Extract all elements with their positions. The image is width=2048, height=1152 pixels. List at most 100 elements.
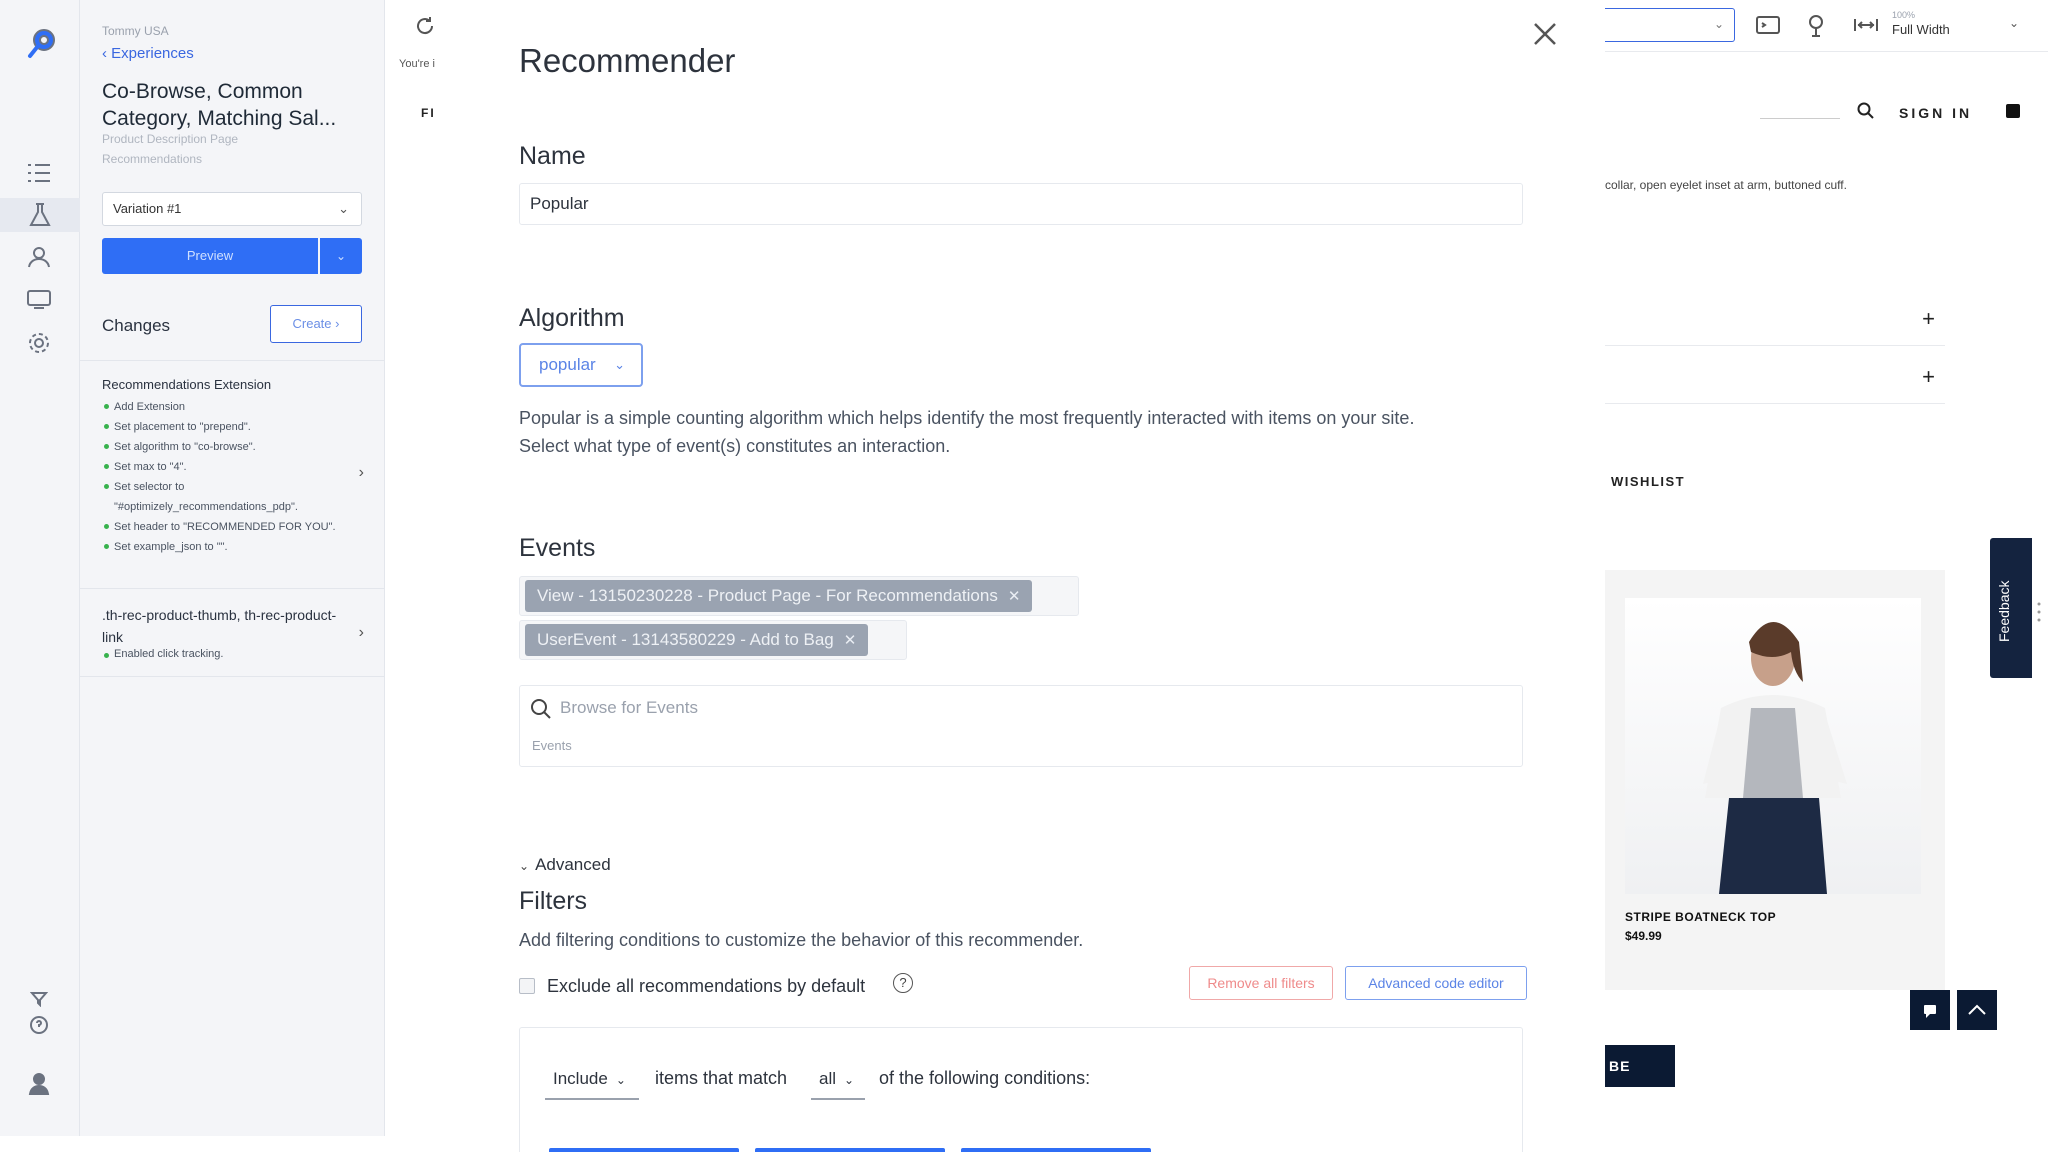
condition-field-partial[interactable] bbox=[961, 1148, 1151, 1152]
chevron-down-icon: ⌄ bbox=[335, 249, 347, 263]
page-name: Product Description Page bbox=[102, 132, 239, 146]
exclude-all-label[interactable]: Exclude all recommendations by default bbox=[547, 976, 865, 997]
list-item: Add Extension bbox=[102, 397, 352, 417]
chevron-right-icon: › bbox=[335, 316, 340, 331]
chevron-down-icon: ⌄ bbox=[338, 201, 349, 216]
remove-chip-icon[interactable]: ✕ bbox=[1008, 588, 1021, 605]
algorithm-description-line: Select what type of event(s) constitutes… bbox=[519, 436, 951, 456]
help-icon[interactable] bbox=[22, 1008, 56, 1042]
include-value: Include bbox=[553, 1069, 608, 1088]
match-value: all bbox=[819, 1069, 837, 1088]
extension-change-list: Add Extension Set placement to "prepend"… bbox=[102, 397, 352, 557]
algorithm-value: popular bbox=[539, 355, 596, 374]
back-to-experiences-link[interactable]: ‹ Experiences bbox=[102, 45, 194, 62]
audiences-icon[interactable] bbox=[22, 240, 56, 274]
event-search-input[interactable]: Browse for Events Events bbox=[519, 685, 1523, 767]
list-item: Set placement to "prepend". bbox=[102, 417, 352, 437]
include-select[interactable]: Include ⌄ bbox=[545, 1064, 639, 1100]
viewport-width-icon[interactable] bbox=[1853, 14, 1879, 41]
name-input[interactable]: Popular bbox=[519, 183, 1523, 225]
sign-in-link[interactable]: SIGN IN bbox=[1899, 105, 1972, 121]
algorithm-label: Algorithm bbox=[519, 304, 625, 332]
page-url-select[interactable]: ⌄ bbox=[1605, 8, 1735, 42]
plus-icon: + bbox=[1922, 306, 1935, 331]
variation-select[interactable]: Variation #1 ⌄ bbox=[102, 192, 362, 226]
chevron-right-icon[interactable]: › bbox=[359, 624, 364, 642]
selector-change-title[interactable]: .th-rec-product-thumb, th-rec-product-li… bbox=[102, 604, 342, 648]
remove-all-filters-button[interactable]: Remove all filters bbox=[1189, 966, 1333, 1000]
event-chip-label: View - 13150230228 - Product Page - For … bbox=[537, 586, 998, 605]
list-item: Set algorithm to "co-browse". bbox=[102, 437, 352, 457]
event-chip[interactable]: UserEvent - 13143580229 - Add to Bag ✕ bbox=[525, 624, 869, 656]
preview-button[interactable]: Preview bbox=[102, 238, 318, 274]
subscribe-button[interactable]: BE bbox=[1605, 1045, 1675, 1087]
accordion-row[interactable]: + bbox=[1605, 348, 1945, 404]
chevron-down-icon: ⌄ bbox=[614, 357, 625, 372]
chevron-down-icon[interactable]: ⌄ bbox=[2009, 16, 2019, 30]
experiments-flask-icon[interactable] bbox=[0, 198, 80, 232]
gear-icon[interactable] bbox=[22, 326, 56, 360]
divider bbox=[80, 588, 384, 589]
product-card[interactable]: STRIPE BOATNECK TOP $49.99 bbox=[1605, 570, 1945, 990]
list-icon[interactable] bbox=[22, 156, 56, 190]
list-item: Set header to "RECOMMENDED FOR YOU". bbox=[102, 517, 352, 537]
zoom-level: 100% bbox=[1892, 10, 1916, 20]
product-name[interactable]: STRIPE BOATNECK TOP bbox=[1625, 910, 1776, 924]
shopping-bag-icon[interactable] bbox=[2006, 104, 2020, 118]
divider bbox=[80, 676, 384, 677]
back-to-top-button[interactable] bbox=[1957, 990, 1997, 1030]
viewport-width-select[interactable]: Full Width bbox=[1892, 22, 1950, 37]
chevron-right-icon[interactable]: › bbox=[359, 464, 364, 482]
advanced-toggle[interactable]: ⌄ Advanced bbox=[519, 855, 611, 875]
match-select[interactable]: all ⌄ bbox=[811, 1064, 865, 1100]
recommender-modal: Recommender Name Popular Algorithm popul… bbox=[445, 0, 1605, 1152]
search-icon[interactable] bbox=[1857, 102, 1875, 125]
screen-icon[interactable] bbox=[22, 282, 56, 316]
search-placeholder: Browse for Events bbox=[560, 698, 698, 717]
code-view-icon[interactable] bbox=[1755, 14, 1781, 41]
algorithm-description-line: Popular is a simple counting algorithm w… bbox=[519, 408, 1415, 428]
plus-icon: + bbox=[1922, 364, 1935, 389]
editor-strip: You're i FI bbox=[385, 0, 445, 1136]
list-item: Set selector to "#optimizely_recommendat… bbox=[102, 477, 352, 517]
feedback-tab[interactable]: Feedback bbox=[1990, 538, 2032, 678]
search-icon bbox=[530, 698, 552, 725]
accordion-row[interactable]: + bbox=[1605, 290, 1945, 346]
filters-heading: Filters bbox=[519, 887, 588, 915]
conditions-box bbox=[519, 1027, 1523, 1152]
filters-description: Add filtering conditions to customize th… bbox=[519, 930, 1084, 950]
chevron-down-icon: ⌄ bbox=[1713, 17, 1724, 31]
hover-mode-icon[interactable] bbox=[1805, 14, 1827, 43]
list-item: Set max to "4". bbox=[102, 457, 352, 477]
experience-panel: Tommy USA ‹ Experiences Co-Browse, Commo… bbox=[80, 0, 385, 1136]
chat-button[interactable] bbox=[1910, 990, 1950, 1030]
selector-change-note: Enabled click tracking. bbox=[102, 648, 223, 660]
close-icon[interactable] bbox=[1525, 14, 1565, 54]
wishlist-link[interactable]: WISHLIST bbox=[1611, 474, 1685, 489]
changes-heading: Changes bbox=[102, 316, 171, 335]
extension-change-title[interactable]: Recommendations Extension bbox=[102, 377, 271, 392]
project-name: Tommy USA bbox=[102, 24, 169, 38]
exclude-all-checkbox[interactable] bbox=[519, 978, 535, 994]
preview-dropdown-button[interactable]: ⌄ bbox=[320, 238, 362, 274]
product-photo[interactable] bbox=[1625, 598, 1921, 894]
help-icon[interactable]: ? bbox=[893, 973, 913, 993]
name-label: Name bbox=[519, 142, 586, 170]
event-chip-label: UserEvent - 13143580229 - Add to Bag bbox=[537, 630, 834, 649]
remove-chip-icon[interactable]: ✕ bbox=[844, 632, 857, 649]
condition-field-partial[interactable] bbox=[549, 1148, 739, 1152]
reload-icon[interactable] bbox=[413, 14, 437, 43]
algorithm-select[interactable]: popular ⌄ bbox=[519, 343, 643, 387]
optimizely-logo-icon[interactable] bbox=[24, 26, 58, 60]
advanced-code-editor-button[interactable]: Advanced code editor bbox=[1345, 966, 1527, 1000]
condition-field-partial[interactable] bbox=[755, 1148, 945, 1152]
search-underline bbox=[1760, 118, 1840, 119]
advanced-label: Advanced bbox=[535, 855, 611, 874]
algorithm-description: Popular is a simple counting algorithm w… bbox=[519, 404, 1529, 460]
conditions-text: items that match bbox=[655, 1068, 788, 1088]
event-chip[interactable]: View - 13150230228 - Product Page - For … bbox=[525, 580, 1033, 612]
resize-handle[interactable] bbox=[2037, 600, 2041, 624]
create-change-button[interactable]: Create › bbox=[270, 305, 362, 343]
user-avatar-icon[interactable] bbox=[22, 1066, 56, 1100]
search-category-label: Events bbox=[532, 738, 572, 753]
